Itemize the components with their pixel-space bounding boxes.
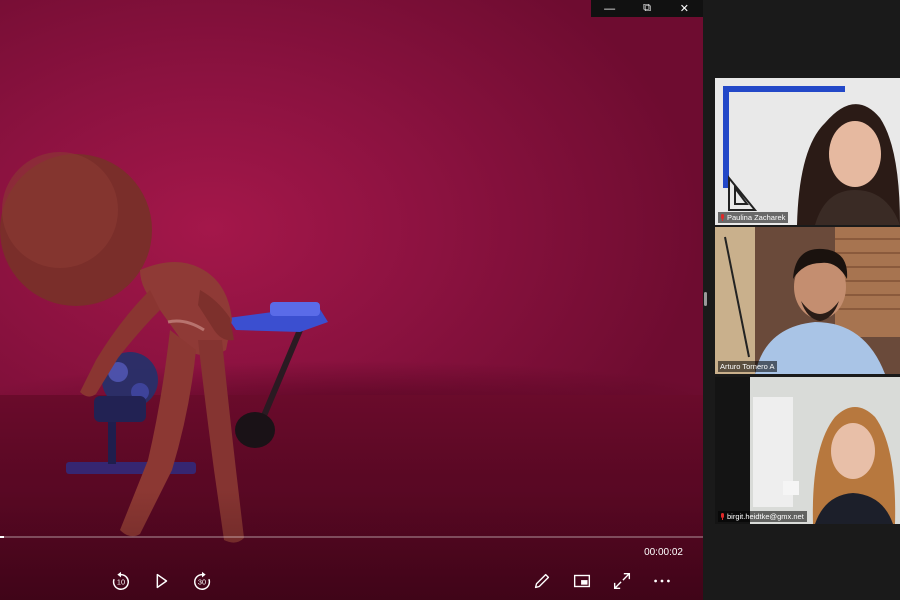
shared-video[interactable]: — ⧉ ✕ 00:00:02 10 30 [0,0,703,600]
close-icon[interactable]: ✕ [666,0,703,17]
edit-pen-icon[interactable] [528,567,556,595]
muted-mic-icon [721,214,724,221]
mini-view-icon[interactable] [568,567,596,595]
participant-tile-active-speaker[interactable]: Arturo Tornero A [715,227,900,374]
window-titlebar: — ⧉ ✕ [591,0,703,17]
participant-name-tag: birgit.heidtke@gmx.net [718,511,807,522]
participant-name-tag: Paulina Zacharek [718,212,789,223]
forward-seconds: 30 [198,578,206,587]
playback-time: 00:00:02 [644,547,683,558]
participant-video [715,377,900,524]
restore-icon[interactable]: ⧉ [628,0,665,17]
more-options-icon[interactable] [648,567,676,595]
stand-rod [228,302,328,448]
participant-video [715,78,900,225]
participant-name: birgit.heidtke@gmx.net [727,512,804,521]
seek-bar[interactable] [0,536,703,538]
participant-name-tag: Arturo Tornero A [718,361,778,372]
forward-30-icon[interactable]: 30 [188,567,216,595]
clay-figure [0,152,244,543]
panel-resize-handle[interactable] [704,292,707,306]
seek-bar-fill [0,536,4,538]
replay-seconds: 10 [117,578,125,587]
play-icon[interactable] [147,567,175,595]
replay-10-icon[interactable]: 10 [107,567,135,595]
participant-video [715,227,900,374]
muted-mic-icon [721,513,724,520]
participant-name: Arturo Tornero A [720,362,775,371]
fullscreen-icon[interactable] [608,567,636,595]
participant-tile[interactable]: Paulina Zacharek [715,78,900,225]
controls-fade [0,490,703,600]
participant-tile[interactable]: birgit.heidtke@gmx.net [715,377,900,524]
minimize-icon[interactable]: — [591,0,628,17]
participant-name: Paulina Zacharek [727,213,786,222]
